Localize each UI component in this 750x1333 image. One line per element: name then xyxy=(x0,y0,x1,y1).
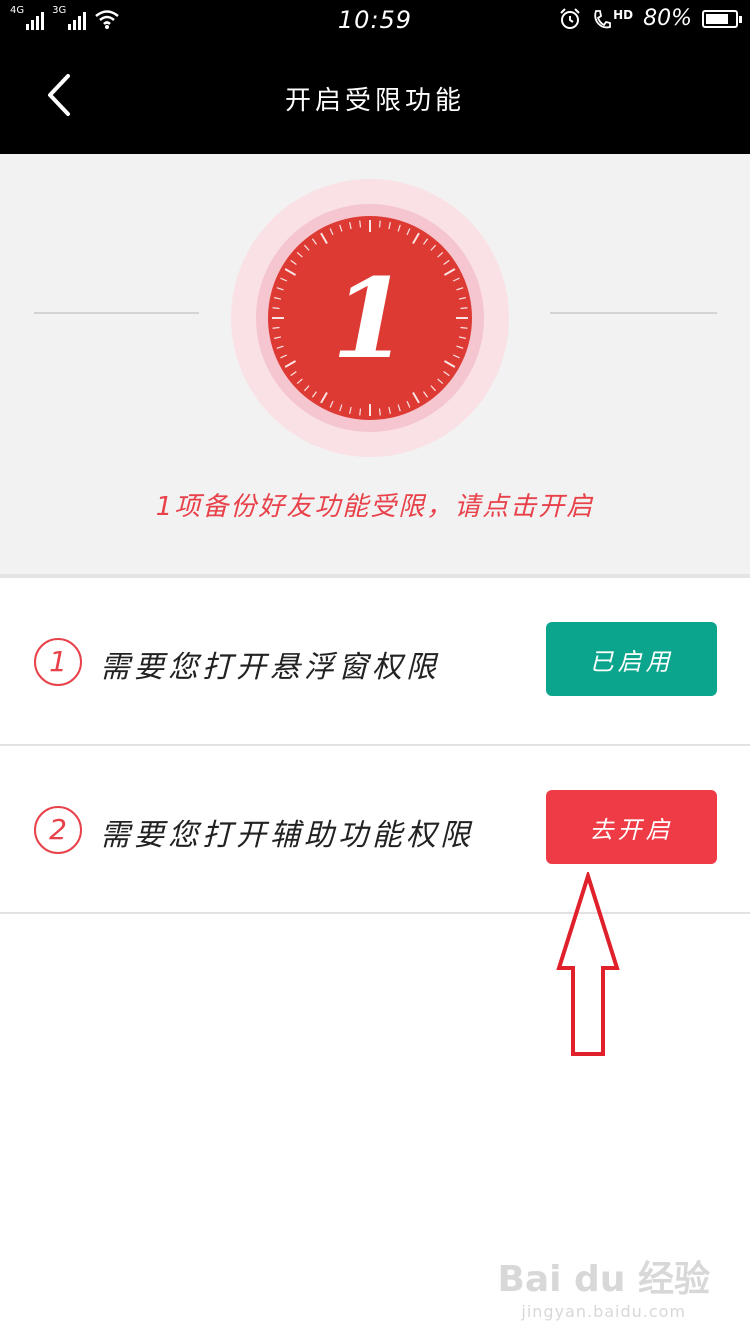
permission-row-float-window: 1 需要您打开悬浮窗权限 已启用 xyxy=(0,578,750,744)
nav-bar: 开启受限功能 xyxy=(0,40,750,154)
watermark-logo: Bai du 经验 xyxy=(497,1259,710,1300)
watermark-url: jingyan.baidu.com xyxy=(521,1302,687,1321)
divider-line-left xyxy=(34,312,199,314)
permission-label-accessibility: 需要您打开辅助功能权限 xyxy=(100,818,474,853)
page-title: 开启受限功能 xyxy=(284,86,465,116)
battery-icon xyxy=(702,9,742,28)
row-divider xyxy=(0,912,750,914)
enabled-button[interactable]: 已启用 xyxy=(546,622,717,696)
go-enable-button[interactable]: 去开启 xyxy=(546,790,717,864)
annotation-arrow-icon xyxy=(556,872,620,1056)
status-bar: 4G 3G 10:59 HD 80% xyxy=(0,0,750,40)
battery-level xyxy=(706,13,728,24)
battery-percent: 80% xyxy=(643,6,692,31)
step-number-1: 1 xyxy=(34,638,82,686)
restriction-dial: 1 xyxy=(230,178,510,458)
step-number-2: 2 xyxy=(34,806,82,854)
hd-label: HD xyxy=(613,7,634,22)
divider-line-right xyxy=(550,312,717,314)
permission-label-float-window: 需要您打开悬浮窗权限 xyxy=(100,650,440,685)
hd-call-indicator: HD xyxy=(592,8,633,30)
restricted-count: 1 xyxy=(331,253,409,383)
status-right: HD 80% xyxy=(558,6,742,31)
phone-icon xyxy=(594,9,611,28)
hero-section: 1 1项备份好友功能受限，请点击开启 xyxy=(0,154,750,574)
restriction-message: 1项备份好友功能受限，请点击开启 xyxy=(155,492,595,522)
permission-row-accessibility: 2 需要您打开辅助功能权限 去开启 xyxy=(0,746,750,912)
alarm-icon xyxy=(560,7,580,29)
watermark: Bai du 经验 jingyan.baidu.com xyxy=(497,1250,710,1321)
